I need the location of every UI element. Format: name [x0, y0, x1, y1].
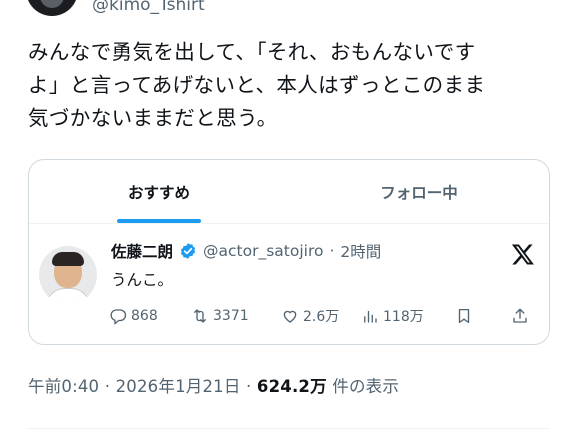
verified-badge-icon — [180, 243, 196, 259]
reply-button[interactable]: 868 — [109, 307, 191, 325]
reply-count: 868 — [131, 308, 158, 324]
meta-separator: · — [329, 242, 335, 260]
tab-label: おすすめ — [127, 183, 190, 202]
divider — [28, 428, 550, 429]
tweet-timestamp[interactable]: 午前0:40 · 2026年1月21日 · — [28, 377, 257, 396]
views-button[interactable]: 118万 — [361, 306, 455, 326]
quoted-tweet-actions: 868 3371 2.6万 118万 — [109, 304, 537, 328]
tweet-text-line: よ」と言ってあげないと、本人はずっとこのまま — [28, 73, 486, 97]
like-button[interactable]: 2.6万 — [281, 306, 361, 326]
reply-icon — [110, 309, 127, 325]
share-icon — [513, 308, 527, 323]
quoted-author-avatar[interactable] — [39, 246, 97, 304]
tab-label: フォロー中 — [380, 183, 458, 202]
x-logo-icon — [511, 244, 534, 265]
embedded-screenshot-card[interactable]: おすすめ フォロー中 佐藤二朗 @actor_satojiro · 2時間 うん… — [28, 159, 550, 345]
like-count: 2.6万 — [303, 309, 340, 325]
share-button[interactable] — [511, 307, 529, 325]
retweet-icon — [194, 309, 206, 323]
quoted-tweet-text: うんこ。 — [111, 271, 174, 289]
quoted-author-line: 佐藤二朗 @actor_satojiro · 2時間 — [111, 240, 381, 262]
tweet-text-line: 気づかないままだと思う。 — [28, 106, 278, 130]
bookmark-button[interactable] — [455, 307, 511, 325]
active-tab-indicator — [117, 219, 201, 223]
quoted-time[interactable]: 2時間 — [340, 240, 381, 262]
bookmark-icon — [458, 308, 470, 324]
views-suffix: 件の表示 — [326, 377, 400, 396]
tweet-detail-page: @kimo_Tshirt みんなで勇気を出して、「それ、おもんないです よ」と言… — [0, 0, 576, 430]
tab-following[interactable]: フォロー中 — [289, 160, 549, 223]
tweet-views-count: 624.2万 — [256, 377, 327, 396]
retweet-count: 3371 — [213, 308, 249, 324]
author-avatar[interactable] — [26, 0, 78, 16]
heart-icon — [283, 310, 297, 323]
tweet-body: みんなで勇気を出して、「それ、おもんないです よ」と言ってあげないと、本人はずっ… — [28, 36, 548, 135]
views-count: 118万 — [383, 309, 424, 325]
views-chart-icon — [364, 310, 377, 323]
quoted-author-handle[interactable]: @actor_satojiro — [203, 242, 323, 260]
quoted-tweet[interactable]: 佐藤二朗 @actor_satojiro · 2時間 うんこ。 868 3371… — [29, 224, 549, 344]
quoted-author-name[interactable]: 佐藤二朗 — [111, 240, 173, 262]
retweet-button[interactable]: 3371 — [191, 307, 281, 325]
tweet-timestamp-views: 午前0:40 · 2026年1月21日 · 624.2万 件の表示 — [28, 373, 399, 397]
timeline-tabs: おすすめ フォロー中 — [29, 160, 549, 224]
tab-recommended[interactable]: おすすめ — [29, 160, 289, 223]
author-handle[interactable]: @kimo_Tshirt — [92, 0, 205, 15]
tweet-text-line: みんなで勇気を出して、「それ、おもんないです — [28, 40, 476, 64]
tweet-header: @kimo_Tshirt — [26, 0, 205, 16]
